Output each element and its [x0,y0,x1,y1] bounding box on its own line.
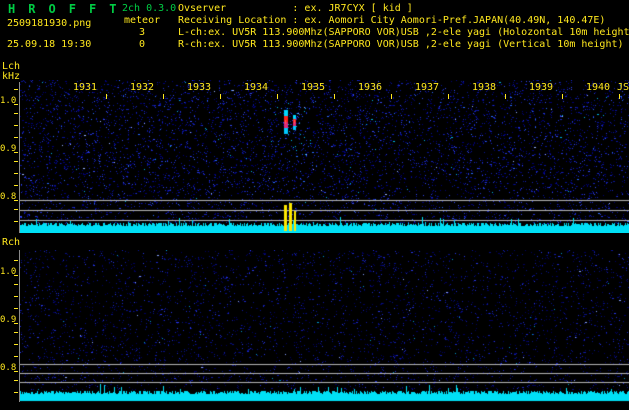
freq-minor-tick [14,380,18,381]
time-tick-label: 1937 [414,82,440,93]
lch-setup-line: L-ch:ex. UV5R 113.900Mhz(SAPPORO VOR)USB… [178,27,629,38]
freq-major-tick [14,152,18,153]
freq-minor-tick [14,209,18,210]
rch-setup-line: R-ch:ex. UV5R 113.900Mhz(SAPPORO VOR)USB… [178,39,624,50]
hrofft-screenshot: H R O F F T 2ch 0.3.0 2509181930.png met… [0,0,629,410]
freq-minor-tick [14,284,18,285]
freq-unit-label: kHz [2,71,21,82]
time-tick-label: 1932 [129,82,155,93]
app-title: H R O F F T [8,2,120,16]
time-tick-mark [619,94,620,99]
freq-major-tick [14,371,18,372]
datetime-label: 25.09.18 19:30 [7,39,92,50]
mode-label: meteor [124,15,161,26]
time-tick-mark [106,94,107,99]
time-suffix-label: JST [617,82,629,93]
freq-minor-tick [14,296,18,297]
meteor-count-rch: 0 [139,39,146,50]
time-tick-mark [277,94,278,99]
rch-axis-label: Rch [2,237,21,248]
lch-spectrogram-canvas [20,80,629,233]
time-tick-mark [220,94,221,99]
freq-minor-tick [14,344,18,345]
freq-minor-tick [14,125,18,126]
time-tick-label: 1940 [585,82,611,93]
time-tick-label: 1936 [357,82,383,93]
time-tick-mark [448,94,449,99]
output-filename: 2509181930.png [7,18,92,29]
freq-minor-tick [14,161,18,162]
time-tick-label: 1939 [528,82,554,93]
freq-major-tick [14,104,18,105]
freq-minor-tick [14,137,18,138]
time-tick-label: 1934 [243,82,269,93]
freq-major-tick [14,275,18,276]
rch-spectrogram-canvas [20,250,629,402]
time-tick-label: 1931 [72,82,98,93]
freq-major-tick [14,200,18,201]
freq-minor-tick [14,308,18,309]
freq-minor-tick [14,260,18,261]
freq-minor-tick [14,392,18,393]
time-tick-mark [562,94,563,99]
time-tick-mark [391,94,392,99]
freq-minor-tick [14,185,18,186]
meteor-count-lch: 3 [139,27,146,38]
lch-plot-border [19,82,20,233]
freq-minor-tick [14,89,18,90]
time-tick-label: 1933 [186,82,212,93]
time-tick-mark [505,94,506,99]
freq-minor-tick [14,356,18,357]
freq-minor-tick [14,332,18,333]
time-tick-mark [334,94,335,99]
time-tick-label: 1938 [471,82,497,93]
rch-plot-border [19,250,20,402]
location-line: Receiving Location : ex. Aomori City Aom… [178,15,606,26]
freq-minor-tick [14,113,18,114]
time-tick-label: 1935 [300,82,326,93]
freq-minor-tick [14,173,18,174]
freq-major-tick [14,323,18,324]
version-label: 2ch 0.3.0 [122,3,177,14]
time-tick-mark [163,94,164,99]
freq-minor-tick [14,221,18,222]
observer-line: Ovserver : ex. JR7CYX [ kid ] [178,3,413,14]
